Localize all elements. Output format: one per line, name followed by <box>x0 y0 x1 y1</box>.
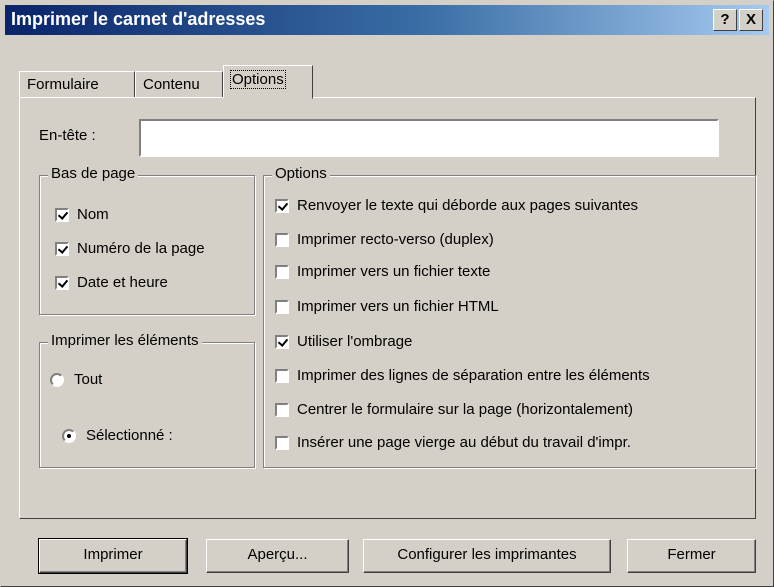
checkbox-label: Imprimer des lignes de séparation entre … <box>297 367 650 384</box>
checkbox-box[interactable] <box>275 368 289 383</box>
checkbox-box[interactable] <box>275 334 289 349</box>
checkbox-box[interactable] <box>275 264 289 279</box>
checkbox-box[interactable] <box>275 198 289 213</box>
title-bar: Imprimer le carnet d'adresses ? X <box>5 5 769 35</box>
checkbox-box[interactable] <box>275 402 289 417</box>
print-items-group: Imprimer les éléments <box>39 332 255 468</box>
checkbox-label: Imprimer vers un fichier HTML <box>297 298 499 315</box>
header-label: En-tête : <box>39 127 96 144</box>
option-blank-page-checkbox[interactable]: Insérer une page vierge au début du trav… <box>275 434 631 451</box>
option-wrap-text-checkbox[interactable]: Renvoyer le texte qui déborde aux pages … <box>275 197 638 214</box>
footer-date-time-checkbox[interactable]: Date et heure <box>55 274 168 291</box>
checkbox-label: Utiliser l'ombrage <box>297 333 413 350</box>
checkbox-box[interactable] <box>275 435 289 450</box>
tab-formulaire[interactable]: Formulaire <box>19 71 135 98</box>
option-duplex-checkbox[interactable]: Imprimer recto-verso (duplex) <box>275 231 494 248</box>
option-center-form-checkbox[interactable]: Centrer le formulaire sur la page (horiz… <box>275 401 633 418</box>
radio-circle[interactable] <box>50 372 64 387</box>
tab-label: Options <box>230 70 286 89</box>
checkbox-label: Imprimer recto-verso (duplex) <box>297 231 494 248</box>
tab-label: Formulaire <box>27 76 99 93</box>
tab-label: Contenu <box>143 76 200 93</box>
checkbox-box[interactable] <box>55 207 69 222</box>
checkbox-label: Insérer une page vierge au début du trav… <box>297 434 631 451</box>
checkbox-box[interactable] <box>275 232 289 247</box>
help-button[interactable]: ? <box>713 9 737 31</box>
checkbox-label: Imprimer vers un fichier texte <box>297 263 491 280</box>
checkbox-box[interactable] <box>55 241 69 256</box>
print-dialog: Imprimer le carnet d'adresses ? X Formul… <box>0 0 774 587</box>
options-group: Options <box>263 165 756 468</box>
print-selected-radio[interactable]: Sélectionné : <box>62 427 173 444</box>
close-button[interactable]: X <box>739 9 763 31</box>
print-all-radio[interactable]: Tout <box>50 371 102 388</box>
tab-contenu[interactable]: Contenu <box>135 71 223 98</box>
checkbox-label: Nom <box>77 206 109 223</box>
radio-label: Tout <box>74 371 103 388</box>
checkbox-label: Renvoyer le texte qui déborde aux pages … <box>297 197 639 214</box>
close-dialog-button[interactable]: Fermer <box>627 539 756 573</box>
footer-page-number-checkbox[interactable]: Numéro de la page <box>55 240 205 257</box>
print-items-group-legend: Imprimer les éléments <box>48 332 202 349</box>
options-group-legend: Options <box>272 165 330 182</box>
option-separator-lines-checkbox[interactable]: Imprimer des lignes de séparation entre … <box>275 367 650 384</box>
option-shading-checkbox[interactable]: Utiliser l'ombrage <box>275 333 412 350</box>
option-print-text-file-checkbox[interactable]: Imprimer vers un fichier texte <box>275 263 490 280</box>
radio-circle[interactable] <box>62 428 76 443</box>
checkbox-label: Date et heure <box>77 274 168 291</box>
checkbox-label: Numéro de la page <box>77 240 205 257</box>
header-input[interactable] <box>139 119 719 157</box>
checkbox-box[interactable] <box>55 275 69 290</box>
footer-group-legend: Bas de page <box>48 165 139 182</box>
checkbox-box[interactable] <box>275 299 289 314</box>
tab-options[interactable]: Options <box>223 65 313 99</box>
radio-label: Sélectionné : <box>86 427 173 444</box>
option-print-html-file-checkbox[interactable]: Imprimer vers un fichier HTML <box>275 298 499 315</box>
configure-printers-button[interactable]: Configurer les imprimantes <box>363 539 611 573</box>
window-title: Imprimer le carnet d'adresses <box>11 9 266 29</box>
print-button[interactable]: Imprimer <box>38 538 188 574</box>
checkbox-label: Centrer le formulaire sur la page (horiz… <box>297 401 633 418</box>
footer-name-checkbox[interactable]: Nom <box>55 206 109 223</box>
preview-button[interactable]: Aperçu... <box>206 539 349 573</box>
